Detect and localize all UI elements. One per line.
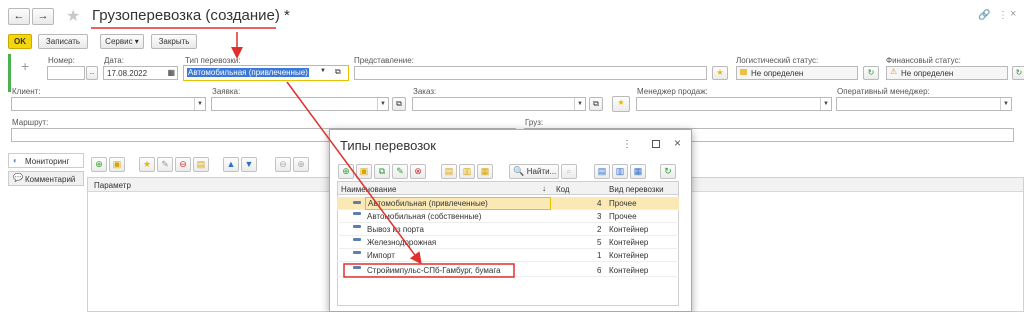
annotation-overlay [91, 27, 515, 278]
arrow-to-new-row [286, 81, 422, 265]
highlight-new-row [343, 263, 515, 278]
